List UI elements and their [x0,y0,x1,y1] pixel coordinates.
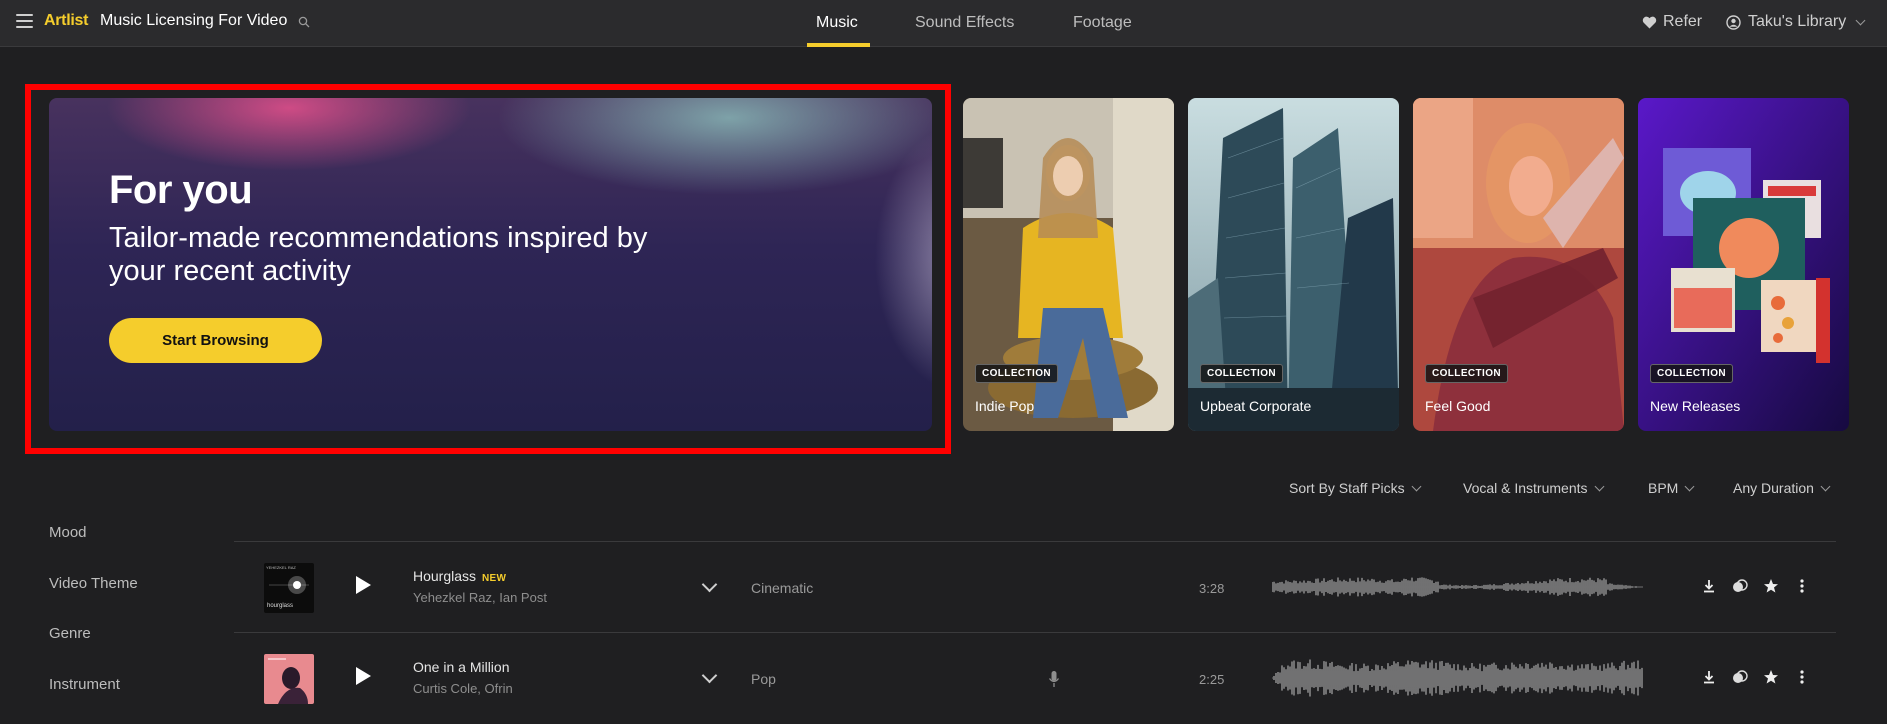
sidebar-item-video-theme[interactable]: Video Theme [49,575,138,592]
play-button[interactable] [356,576,371,594]
collection-badge: COLLECTION [975,364,1058,383]
collection-name: Upbeat Corporate [1200,398,1312,414]
similar-icon[interactable] [1731,577,1749,595]
track-duration: 3:28 [1199,581,1225,596]
library-label: Taku's Library [1748,13,1847,30]
heart-icon [1642,16,1657,28]
track-artwork[interactable] [264,654,314,704]
bpm-dropdown[interactable]: BPM [1648,480,1695,496]
collection-badge: COLLECTION [1425,364,1508,383]
menu-icon[interactable] [16,14,33,28]
track-row[interactable]: YEHEZKEL RAZ hourglass Hourglass NEW Yehe… [234,542,1836,632]
chevron-down-icon [1411,481,1422,491]
chevron-down-icon [1684,481,1695,491]
collection-badge: COLLECTION [1200,364,1283,383]
track-artwork[interactable]: YEHEZKEL RAZ hourglass [264,563,314,613]
collection-name: Feel Good [1425,398,1491,414]
duration-dropdown[interactable]: Any Duration [1733,480,1831,496]
waveform[interactable] [1272,565,1644,609]
user-icon [1726,14,1741,30]
tab-footage[interactable]: Footage [1073,14,1132,32]
artlist-logo[interactable]: Artlist [44,12,88,30]
track-title[interactable]: Hourglass NEW [413,568,506,584]
chevron-down-icon [1855,15,1866,25]
sort-dropdown[interactable]: Sort By Staff Picks [1289,480,1422,496]
chevron-down-icon [1594,481,1604,491]
sidebar-item-mood[interactable]: Mood [49,524,87,541]
tab-music[interactable]: Music [816,14,858,32]
expand-chevron-icon[interactable] [701,576,718,593]
new-badge: NEW [482,573,507,584]
hero-subtitle: Tailor-made recommendations inspired by … [109,222,648,287]
duration-filter-label: Any Duration [1733,480,1814,496]
collection-card-new-releases[interactable]: COLLECTION New Releases [1638,98,1849,431]
vocal-filter-label: Vocal & Instruments [1463,480,1588,496]
track-title[interactable]: One in a Million [413,659,510,675]
track-artists[interactable]: Curtis Cole, Ofrin [413,681,513,696]
sidebar-item-genre[interactable]: Genre [49,625,91,642]
sort-label: Sort By Staff Picks [1289,480,1405,496]
chevron-down-icon [1820,481,1831,491]
refer-label: Refer [1663,13,1703,30]
collection-badge: COLLECTION [1650,364,1733,383]
collection-name: New Releases [1650,398,1741,414]
hero-title: For you [109,168,253,212]
vocal-filter-dropdown[interactable]: Vocal & Instruments [1463,480,1604,496]
tab-sound-effects[interactable]: Sound Effects [915,14,1014,32]
track-genre[interactable]: Cinematic [751,580,813,596]
refer-link[interactable]: Refer [1642,13,1702,31]
waveform[interactable] [1272,656,1644,700]
similar-icon[interactable] [1731,668,1749,686]
track-artists[interactable]: Yehezkel Raz, Ian Post [413,590,547,605]
track-title-text: One in a Million [413,659,510,675]
download-icon[interactable] [1700,668,1718,686]
filter-bar: Sort By Staff Picks Vocal & Instruments … [0,480,1887,500]
collection-card-indie-pop[interactable]: COLLECTION Indie Pop [963,98,1174,431]
expand-chevron-icon[interactable] [701,667,718,684]
download-icon[interactable] [1700,577,1718,595]
artwork-label: YEHEZKEL RAZ [266,565,296,570]
star-icon[interactable] [1762,577,1780,595]
track-duration: 2:25 [1199,672,1225,687]
artwork-label: hourglass [267,603,294,609]
track-genre[interactable]: Pop [751,671,776,687]
star-icon[interactable] [1762,668,1780,686]
library-menu[interactable]: Taku's Library [1726,13,1866,31]
collection-card-upbeat-corporate[interactable]: COLLECTION Upbeat Corporate [1188,98,1399,431]
more-options-icon[interactable] [1793,668,1811,686]
collection-card-feel-good[interactable]: COLLECTION Feel Good [1413,98,1624,431]
bpm-label: BPM [1648,480,1679,496]
top-bar: Artlist Music Licensing For Video Music … [0,0,1887,47]
site-title[interactable]: Music Licensing For Video [100,12,287,30]
search-icon[interactable] [298,16,310,28]
collection-name: Indie Pop [975,398,1035,414]
start-browsing-button[interactable]: Start Browsing [109,318,322,363]
track-title-text: Hourglass [413,568,477,584]
more-options-icon[interactable] [1793,577,1811,595]
track-row[interactable]: One in a Million Curtis Cole, Ofrin Pop … [234,633,1836,723]
play-button[interactable] [356,667,371,685]
active-tab-indicator [807,43,870,47]
sidebar-item-instrument[interactable]: Instrument [49,676,120,693]
microphone-icon [1048,671,1060,687]
